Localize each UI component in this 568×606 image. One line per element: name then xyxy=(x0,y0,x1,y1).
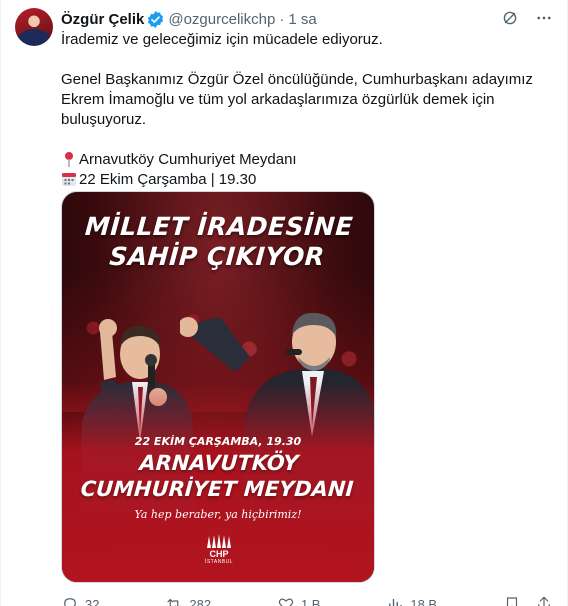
reply-icon xyxy=(64,598,76,606)
poster-headline: MİLLET İRADESİNE SAHİP ÇIKIYOR xyxy=(62,212,374,272)
header-actions xyxy=(501,9,553,27)
logo-city: İSTANBUL xyxy=(204,559,234,565)
tweet-paragraph-2: Genel Başkanımız Özgür Özel öncülüğünde,… xyxy=(61,71,533,128)
action-bar: 32 282 1 B 18 B xyxy=(61,595,553,606)
headline-line-2: SAHİP ÇIKIYOR xyxy=(108,242,326,271)
bookmark-icon[interactable] xyxy=(503,595,521,606)
poster-venue: ARNAVUTKÖY CUMHURİYET MEYDANI xyxy=(62,450,374,502)
views-button[interactable]: 18 B xyxy=(386,595,437,606)
reply-count: 32 xyxy=(85,596,100,606)
tweet-text: İrademiz ve geleceğimiz için mücadele ed… xyxy=(61,30,551,190)
like-count: 1 B xyxy=(300,596,321,606)
action-bar-right xyxy=(503,595,553,606)
poster-slogan: Ya hep beraber, ya hiçbirimiz! xyxy=(134,508,302,521)
like-button[interactable]: 1 B xyxy=(277,595,321,606)
tweet-location-line: Arnavutköy Cumhuriyet Meydanı xyxy=(61,150,551,170)
repost-button[interactable]: 282 xyxy=(165,595,211,606)
repost-count: 282 xyxy=(189,596,212,606)
author-handle[interactable]: @ozgurcelikchp xyxy=(168,11,275,28)
share-icon[interactable] xyxy=(535,595,553,606)
tweet-date-line: 22 Ekim Çarşamba | 19.30 xyxy=(61,170,551,190)
headline-line-1: MİLLET İRADESİNE xyxy=(84,212,355,241)
round-pushpin-icon xyxy=(65,152,73,167)
poster-event-date: 22 EKİM ÇARŞAMBA, 19.30 xyxy=(134,435,302,448)
logo-text: CHP xyxy=(209,549,229,559)
venue-line-1: ARNAVUTKÖY xyxy=(138,451,300,475)
repost-icon xyxy=(167,598,181,606)
analytics-icon xyxy=(389,598,403,606)
location-text: Arnavutköy Cumhuriyet Meydanı xyxy=(79,151,297,168)
separator-dot: · xyxy=(279,10,285,28)
chp-logo: CHP İSTANBUL xyxy=(203,533,235,571)
grok-icon[interactable] xyxy=(501,9,519,27)
tweet-header: Özgür Çelik @ozgurcelikchp · 1 sa xyxy=(61,9,553,29)
tweet: Özgür Çelik @ozgurcelikchp · 1 sa İradem… xyxy=(0,0,568,606)
author-name[interactable]: Özgür Çelik xyxy=(61,11,144,28)
avatar[interactable] xyxy=(15,8,53,46)
verified-badge-icon xyxy=(148,10,164,28)
more-options-icon[interactable] xyxy=(535,9,553,27)
reply-button[interactable]: 32 xyxy=(61,595,99,606)
calendar-icon xyxy=(62,173,76,186)
media-image[interactable]: MİLLET İRADESİNE SAHİP ÇIKIYOR 22 EKİM Ç… xyxy=(61,191,375,583)
post-time[interactable]: 1 sa xyxy=(288,11,316,28)
venue-line-2: CUMHURİYET MEYDANI xyxy=(79,477,355,501)
heart-icon xyxy=(278,598,294,606)
six-arrows-icon xyxy=(207,534,231,548)
views-count: 18 B xyxy=(410,596,438,606)
tweet-line-1: İrademiz ve geleceğimiz için mücadele ed… xyxy=(61,31,383,48)
datetime-text: 22 Ekim Çarşamba | 19.30 xyxy=(79,171,257,188)
